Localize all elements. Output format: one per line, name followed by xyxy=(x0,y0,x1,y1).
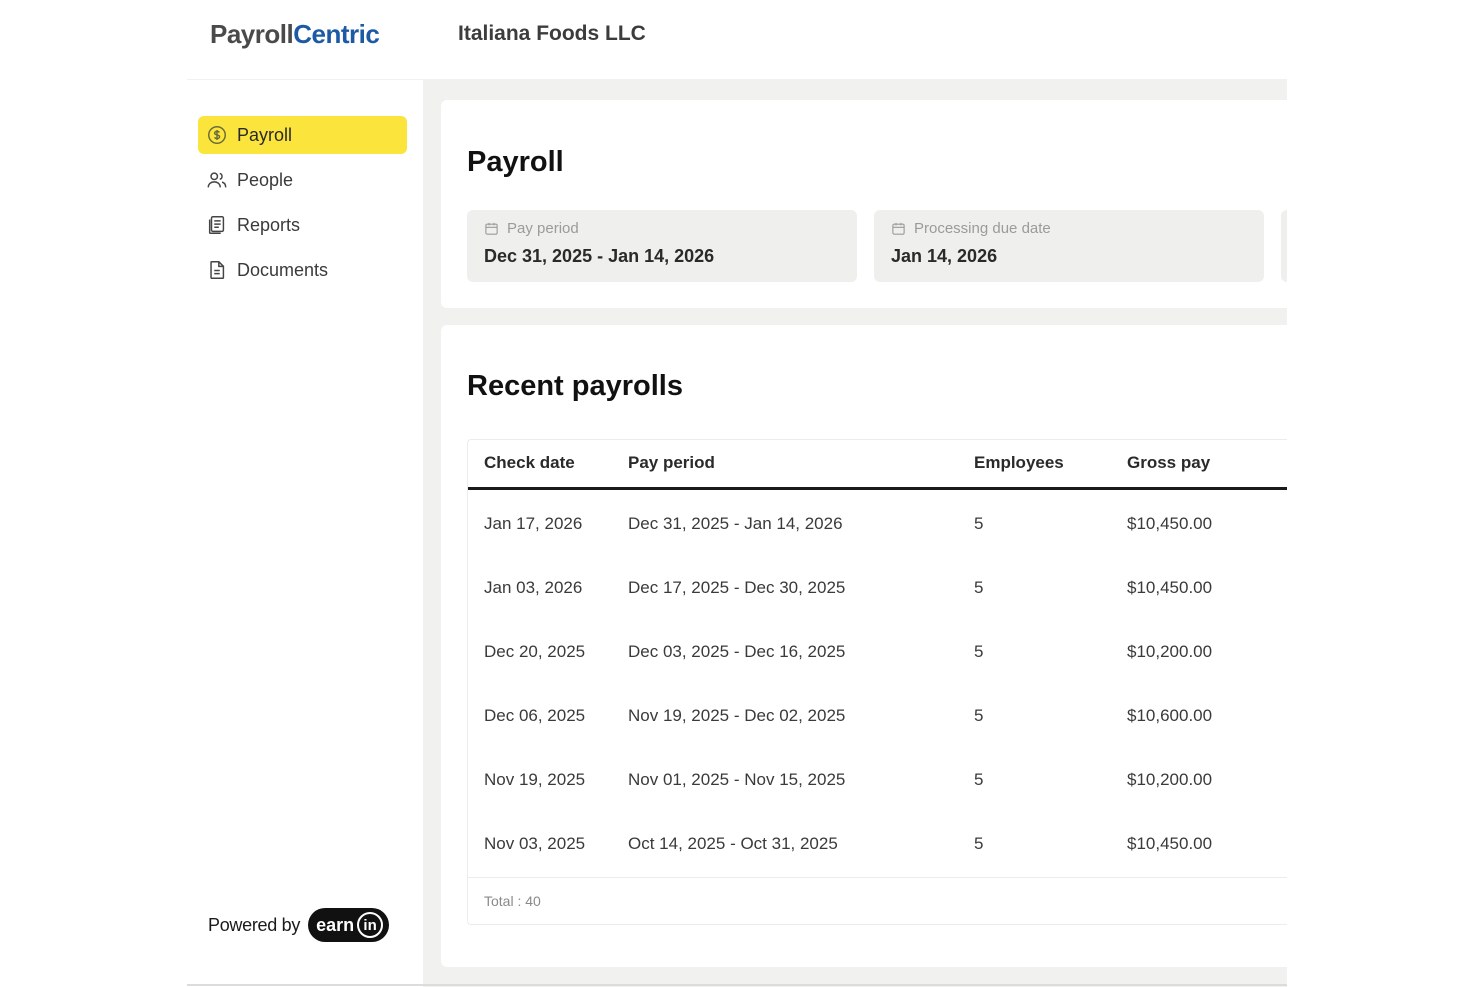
cell-pay-period: Dec 17, 2025 - Dec 30, 2025 xyxy=(628,578,846,597)
page-title: Payroll xyxy=(467,146,564,178)
table-row[interactable]: Jan 17, 2026 Dec 31, 2025 - Jan 14, 2026… xyxy=(468,492,1287,556)
table-row[interactable]: Dec 20, 2025 Dec 03, 2025 - Dec 16, 2025… xyxy=(468,620,1287,684)
pay-period-label: Pay period xyxy=(484,220,579,237)
cell-pay-period: Dec 31, 2025 - Jan 14, 2026 xyxy=(628,514,843,533)
bottom-divider xyxy=(187,984,1287,986)
cell-pay-period: Dec 03, 2025 - Dec 16, 2025 xyxy=(628,642,846,661)
cell-employees: 5 xyxy=(974,578,984,597)
dollar-circle-icon xyxy=(206,124,228,146)
cell-check-date: Dec 06, 2025 xyxy=(484,706,586,725)
cell-gross-pay: $10,450.00 xyxy=(1127,578,1213,597)
table-row[interactable]: Nov 03, 2025 Oct 14, 2025 - Oct 31, 2025… xyxy=(468,812,1287,876)
cell-gross-pay: $10,600.00 xyxy=(1127,706,1213,725)
cell-pay-period: Oct 14, 2025 - Oct 31, 2025 xyxy=(628,834,838,853)
people-icon xyxy=(206,169,228,191)
calendar-icon xyxy=(485,222,498,235)
payrollcentric-logo[interactable]: PayrollCentric xyxy=(210,19,380,50)
cell-pay-period: Nov 19, 2025 - Dec 02, 2025 xyxy=(628,706,846,725)
logo-part-centric: Centric xyxy=(293,19,380,49)
cell-employees: 5 xyxy=(974,834,984,853)
sidebar-item-reports[interactable]: Reports xyxy=(198,206,407,244)
powered-by: Powered by earn in xyxy=(208,908,390,942)
cell-pay-period: Nov 01, 2025 - Nov 15, 2025 xyxy=(628,770,846,789)
third-info-box xyxy=(1281,210,1287,282)
column-header-gross-pay[interactable]: Gross pay xyxy=(1127,453,1210,473)
earnin-logo-in: in xyxy=(357,912,384,938)
cell-check-date: Jan 17, 2026 xyxy=(484,514,583,533)
cell-employees: 5 xyxy=(974,514,984,533)
top-bar: PayrollCentric Italiana Foods LLC xyxy=(187,0,1287,80)
payroll-summary-card: Payroll Pay period Dec 31, 2025 - Jan 14… xyxy=(441,100,1287,308)
pay-period-value: Dec 31, 2025 - Jan 14, 2026 xyxy=(484,246,715,266)
processing-due-date-value: Jan 14, 2026 xyxy=(891,246,998,266)
app-window: PayrollCentric Italiana Foods LLC Payrol… xyxy=(187,0,1287,987)
cell-employees: 5 xyxy=(974,642,984,661)
processing-due-date-box: Processing due date Jan 14, 2026 xyxy=(874,210,1264,282)
recent-payrolls-card: Recent payrolls Check date Pay period Em… xyxy=(441,325,1287,967)
processing-due-date-label: Processing due date xyxy=(891,220,1051,237)
table-footer: Total : 40 xyxy=(468,877,1287,925)
table-row[interactable]: Jan 03, 2026 Dec 17, 2025 - Dec 30, 2025… xyxy=(468,556,1287,620)
table-row[interactable]: Nov 19, 2025 Nov 01, 2025 - Nov 15, 2025… xyxy=(468,748,1287,812)
recent-payrolls-table: Check date Pay period Employees Gross pa… xyxy=(467,439,1287,925)
sidebar-item-label: Payroll xyxy=(237,124,293,145)
sidebar-item-documents[interactable]: Documents xyxy=(198,251,407,289)
cell-gross-pay: $10,200.00 xyxy=(1127,770,1213,789)
sidebar-item-label: Reports xyxy=(237,214,301,235)
cell-employees: 5 xyxy=(974,770,984,789)
processing-due-date-label-text: Processing due date xyxy=(914,220,1051,237)
table-row[interactable]: Dec 06, 2025 Nov 19, 2025 - Dec 02, 2025… xyxy=(468,684,1287,748)
column-header-pay-period[interactable]: Pay period xyxy=(628,453,715,473)
powered-by-text: Powered by xyxy=(208,914,301,935)
calendar-icon xyxy=(892,222,905,235)
main-content: Payroll Pay period Dec 31, 2025 - Jan 14… xyxy=(423,80,1287,987)
cell-employees: 5 xyxy=(974,706,984,725)
reports-icon xyxy=(206,214,228,236)
sidebar: Payroll People Reports Documents Powered… xyxy=(187,80,423,987)
column-header-check-date[interactable]: Check date xyxy=(484,453,575,473)
pay-period-box: Pay period Dec 31, 2025 - Jan 14, 2026 xyxy=(467,210,857,282)
cell-check-date: Nov 19, 2025 xyxy=(484,770,586,789)
cell-check-date: Nov 03, 2025 xyxy=(484,834,586,853)
table-header: Check date Pay period Employees Gross pa… xyxy=(468,440,1287,490)
cell-gross-pay: $10,450.00 xyxy=(1127,834,1213,853)
cell-gross-pay: $10,200.00 xyxy=(1127,642,1213,661)
company-name: Italiana Foods LLC xyxy=(458,22,646,45)
recent-payrolls-title: Recent payrolls xyxy=(467,370,683,402)
cell-check-date: Jan 03, 2026 xyxy=(484,578,583,597)
pay-period-label-text: Pay period xyxy=(507,220,579,237)
sidebar-item-label: People xyxy=(237,169,294,190)
column-header-employees[interactable]: Employees xyxy=(974,453,1064,473)
total-count: Total : 40 xyxy=(484,893,541,909)
earnin-logo[interactable]: earn in xyxy=(308,908,390,942)
sidebar-item-payroll[interactable]: Payroll xyxy=(198,116,407,154)
logo-part-payroll: Payroll xyxy=(210,19,294,49)
document-icon xyxy=(206,259,228,281)
cell-check-date: Dec 20, 2025 xyxy=(484,642,586,661)
earnin-logo-earn: earn xyxy=(316,914,355,935)
sidebar-item-label: Documents xyxy=(237,259,329,280)
sidebar-item-people[interactable]: People xyxy=(198,161,407,199)
cell-gross-pay: $10,450.00 xyxy=(1127,514,1213,533)
